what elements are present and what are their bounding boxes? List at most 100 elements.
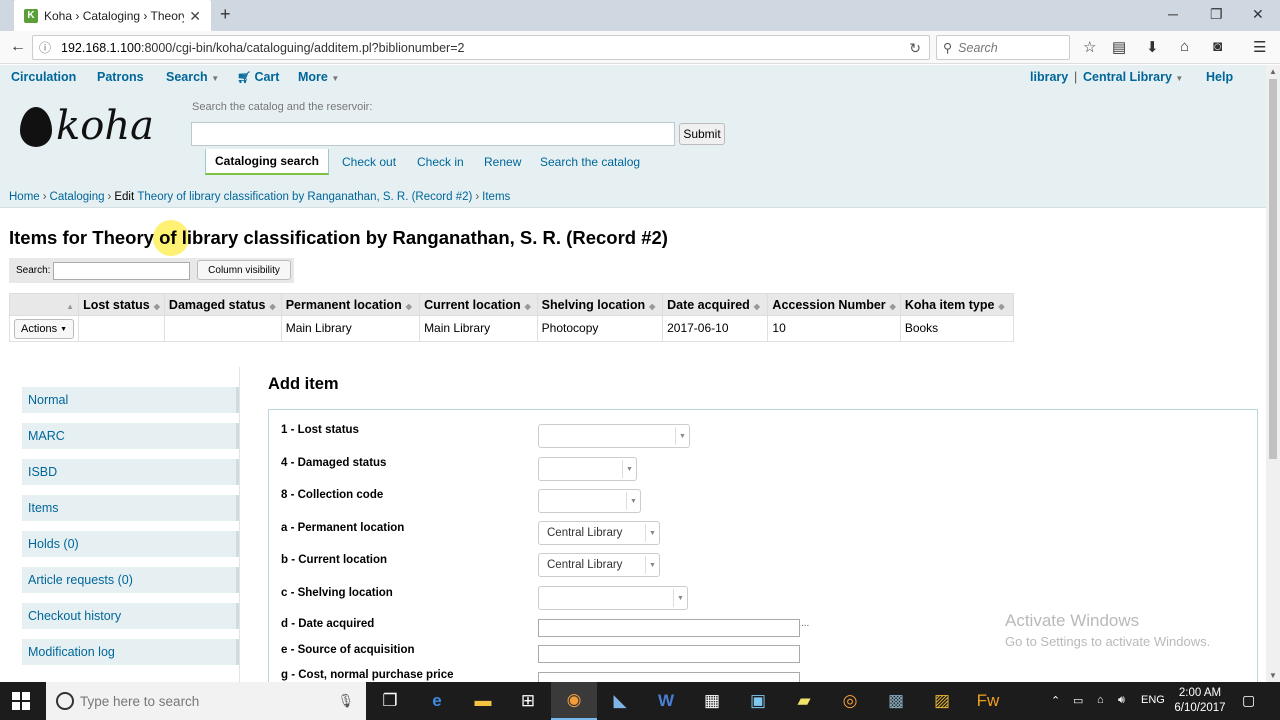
tab-close-icon[interactable]: ✕ <box>189 8 201 25</box>
network-icon[interactable]: ⌂ <box>1097 694 1104 706</box>
date-picker-dots[interactable]: ... <box>801 618 809 629</box>
browser-search-box[interactable]: ⚲ Search <box>936 35 1070 60</box>
sidebar-item-article-requests[interactable]: Article requests (0) <box>22 567 239 593</box>
breadcrumb-record[interactable]: Theory of library classification by Rang… <box>137 191 472 203</box>
calculator-icon[interactable]: ▦ <box>689 682 735 720</box>
file-explorer-icon[interactable]: ▬ <box>460 682 506 720</box>
col-header-select[interactable]: ▲ <box>8 293 80 316</box>
damaged-status-select[interactable]: ▼ <box>538 457 637 481</box>
reading-list-icon[interactable]: ▤ <box>1112 38 1126 56</box>
sidebar-item-normal[interactable]: Normal <box>22 387 239 413</box>
app-icon[interactable]: ▣ <box>735 682 781 720</box>
task-view-icon[interactable]: ❐ <box>367 682 413 720</box>
col-header-current-location[interactable]: Current location ◆ <box>419 293 538 316</box>
submit-button[interactable]: Submit <box>679 123 725 145</box>
windows-start-icon[interactable] <box>12 692 30 710</box>
microphone-icon[interactable]: 🎙︎ <box>337 693 354 709</box>
sidebar-item-modification-log[interactable]: Modification log <box>22 639 239 665</box>
nav-branch[interactable]: Central Library ▼ <box>1083 70 1183 84</box>
table-header-row: ▲ Lost status ◆ Damaged status ◆ Permanent… <box>8 293 1015 316</box>
pocket-icon[interactable]: ◙ <box>1213 38 1222 55</box>
col-header-item-type[interactable]: Koha item type ◆ <box>899 293 1015 316</box>
app-icon[interactable]: ◎ <box>827 682 873 720</box>
col-header-permanent-location[interactable]: Permanent location ◆ <box>280 293 421 316</box>
sticky-notes-icon[interactable]: ▰ <box>781 682 827 720</box>
taskbar-clock[interactable]: 2:00 AM 6/10/2017 <box>1170 686 1230 716</box>
app-icon[interactable]: ◣ <box>597 682 643 720</box>
tab-check-in[interactable]: Check in <box>417 155 464 169</box>
battery-icon[interactable]: ▭ <box>1073 694 1083 707</box>
actions-label: Actions <box>21 323 58 335</box>
volume-icon[interactable]: 🔊︎ <box>1118 694 1125 707</box>
language-indicator[interactable]: ENG <box>1141 694 1165 706</box>
sidebar-item-isbd[interactable]: ISBD <box>22 459 239 485</box>
download-icon[interactable]: ⬇ <box>1146 38 1159 56</box>
page-scrollbar[interactable]: ▲ ▼ <box>1266 65 1280 682</box>
reload-icon[interactable]: ↻ <box>909 40 921 57</box>
minimize-icon[interactable]: ─ <box>1168 6 1178 22</box>
current-location-select[interactable]: Central Library ▼ <box>538 553 660 577</box>
menu-icon[interactable]: ☰ <box>1253 38 1266 56</box>
word-icon[interactable]: W <box>643 682 689 720</box>
browser-tab[interactable]: K Koha › Cataloging › Theory o ✕ <box>14 0 211 31</box>
home-icon[interactable]: ⌂ <box>1180 38 1189 55</box>
notifications-icon[interactable]: ▢ <box>1242 692 1255 709</box>
nav-circulation[interactable]: Circulation <box>11 70 76 84</box>
permanent-location-select[interactable]: Central Library ▼ <box>538 521 660 545</box>
nav-help[interactable]: Help <box>1206 70 1233 84</box>
sidebar-item-checkout-history[interactable]: Checkout history <box>22 603 239 629</box>
firefox-icon[interactable]: ◉ <box>551 682 597 720</box>
lost-status-select[interactable]: ▼ <box>538 424 690 448</box>
window-close-icon[interactable]: ✕ <box>1252 6 1264 23</box>
bookmark-star-icon[interactable]: ☆ <box>1083 38 1096 56</box>
table-search-input[interactable] <box>53 262 190 280</box>
col-header-lost-status[interactable]: Lost status ◆ <box>78 293 165 316</box>
catalog-search-input[interactable] <box>191 122 675 146</box>
tab-renew[interactable]: Renew <box>484 155 521 169</box>
tab-check-out[interactable]: Check out <box>342 155 396 169</box>
app-icon[interactable]: ▨ <box>919 682 965 720</box>
fireworks-icon[interactable]: Fw <box>965 682 1011 720</box>
cost-input[interactable] <box>538 672 800 682</box>
restore-icon[interactable]: ❐ <box>1210 6 1223 23</box>
info-icon[interactable]: ⓘ <box>39 39 51 56</box>
col-header-accession-number[interactable]: Accession Number ◆ <box>767 293 901 316</box>
tab-cataloging-search[interactable]: Cataloging search <box>205 149 329 175</box>
tab-search-catalog[interactable]: Search the catalog <box>540 155 640 169</box>
clock-date: 6/10/2017 <box>1174 702 1226 714</box>
breadcrumb-home[interactable]: Home <box>9 191 40 203</box>
tray-expand-icon[interactable]: ⌃ <box>1051 694 1060 707</box>
source-of-acquisition-input[interactable] <box>538 645 800 663</box>
scroll-down-icon[interactable]: ▼ <box>1269 671 1277 680</box>
sidebar-item-items[interactable]: Items <box>22 495 239 521</box>
date-acquired-input[interactable] <box>538 619 800 637</box>
actions-button[interactable]: Actions ▼ <box>14 319 75 339</box>
koha-logo[interactable]: koha <box>56 103 154 149</box>
scroll-thumb[interactable] <box>1269 79 1277 459</box>
nav-more[interactable]: More ▼ <box>298 70 339 84</box>
nav-patrons[interactable]: Patrons <box>97 70 144 84</box>
collection-code-select[interactable]: ▼ <box>538 489 641 513</box>
scroll-up-icon[interactable]: ▲ <box>1269 67 1277 76</box>
shelving-location-select[interactable]: ▼ <box>538 586 688 610</box>
app-icon[interactable]: ▩ <box>873 682 919 720</box>
store-icon[interactable]: ⊞ <box>505 682 551 720</box>
taskbar-search-box[interactable]: Type here to search 🎙︎ <box>46 682 366 720</box>
new-tab-icon[interactable]: + <box>220 4 231 25</box>
nav-more-label: More <box>298 70 328 84</box>
sidebar-item-marc[interactable]: MARC <box>22 423 239 449</box>
chevron-down-icon: ▼ <box>673 589 687 607</box>
col-header-date-acquired[interactable]: Date acquired ◆ <box>662 293 769 316</box>
nav-library[interactable]: library <box>1030 70 1068 84</box>
back-icon[interactable]: ← <box>10 38 26 56</box>
col-header-damaged-status[interactable]: Damaged status ◆ <box>163 293 282 316</box>
edge-icon[interactable]: e <box>414 682 460 720</box>
col-header-shelving-location[interactable]: Shelving location ◆ <box>536 293 664 316</box>
sidebar-item-holds[interactable]: Holds (0) <box>22 531 239 557</box>
breadcrumb-cataloging[interactable]: Cataloging <box>50 191 105 203</box>
nav-search[interactable]: Search ▼ <box>166 70 219 84</box>
breadcrumb-items[interactable]: Items <box>482 191 510 203</box>
url-bar[interactable]: ⓘ 192.168.1.100:8000/cgi-bin/koha/catalo… <box>32 35 930 60</box>
column-visibility-button[interactable]: Column visibility <box>197 260 291 280</box>
nav-cart[interactable]: 🛒︎ Cart <box>237 70 279 84</box>
